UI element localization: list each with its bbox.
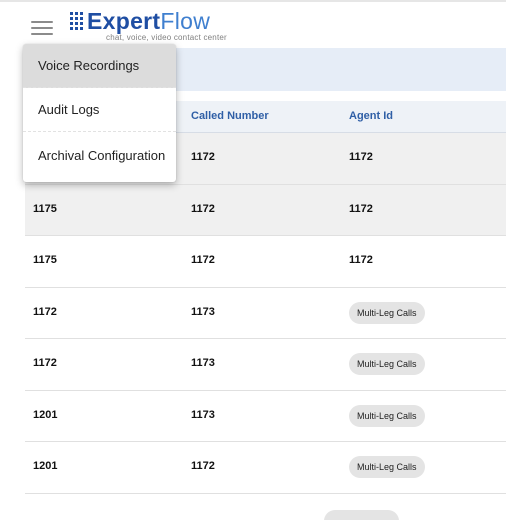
menu-item-voice-recordings[interactable]: Voice Recordings [23, 44, 176, 88]
multi-leg-calls-chip-partial[interactable] [324, 510, 399, 520]
logo-tagline: chat, voice, video contact center [106, 33, 227, 42]
menu-item-archival-configuration[interactable]: Archival Configuration [23, 132, 176, 182]
caller-number-cell: 1172 [33, 357, 57, 369]
app-header: ExpertFlow chat, voice, video contact ce… [0, 2, 506, 48]
caller-number-cell: 1201 [33, 408, 58, 421]
caller-number-cell: 1172 [33, 305, 57, 318]
agent-id-cell: 1172 [349, 202, 373, 215]
table-row[interactable]: 1175 1172 1172 [25, 184, 506, 236]
caller-number-cell: 1201 [33, 460, 58, 472]
table-row[interactable]: 1175 1172 1172 [25, 236, 506, 288]
called-number-cell: 1172 [191, 254, 215, 266]
logo-word-expert: Expert [87, 8, 161, 34]
logo-word-flow: Flow [160, 8, 211, 34]
hamburger-menu-icon[interactable] [31, 21, 53, 37]
table-body: 1172 1172 1175 1172 1172 1175 1172 1172 1172 1173… [25, 133, 506, 494]
logo-grid-icon [70, 12, 84, 30]
logo-wordmark: ExpertFlow [87, 8, 210, 34]
table-row[interactable]: 1172 1173 Multi-Leg Calls [25, 339, 506, 391]
multi-leg-calls-chip[interactable]: Multi-Leg Calls [349, 353, 425, 375]
column-header-agent-id[interactable]: Agent Id [349, 110, 393, 122]
multi-leg-calls-chip[interactable]: Multi-Leg Calls [349, 404, 425, 427]
called-number-cell: 1173 [191, 305, 215, 318]
called-number-cell: 1172 [191, 151, 215, 163]
hamburger-line [31, 33, 53, 35]
hamburger-line [31, 27, 53, 29]
caller-number-cell: 1175 [33, 254, 57, 266]
called-number-cell: 1172 [191, 202, 215, 215]
agent-id-cell: 1172 [349, 151, 373, 163]
multi-leg-calls-chip[interactable]: Multi-Leg Calls [349, 301, 425, 324]
table-row[interactable]: 1201 1173 Multi-Leg Calls [25, 390, 506, 442]
column-header-called-number[interactable]: Called Number [191, 110, 269, 122]
called-number-cell: 1173 [191, 357, 215, 369]
navigation-dropdown-menu: Voice Recordings Audit Logs Archival Con… [23, 44, 176, 182]
called-number-cell: 1173 [191, 408, 215, 421]
hamburger-line [31, 21, 53, 23]
caller-number-cell: 1175 [33, 202, 57, 215]
agent-id-cell: 1172 [349, 254, 373, 266]
expertflow-logo[interactable]: ExpertFlow chat, voice, video contact ce… [70, 7, 230, 43]
multi-leg-calls-chip[interactable]: Multi-Leg Calls [349, 456, 425, 478]
table-row[interactable]: 1201 1172 Multi-Leg Calls [25, 442, 506, 494]
menu-item-audit-logs[interactable]: Audit Logs [23, 88, 176, 132]
called-number-cell: 1172 [191, 460, 215, 472]
table-row[interactable]: 1172 1173 Multi-Leg Calls [25, 287, 506, 339]
